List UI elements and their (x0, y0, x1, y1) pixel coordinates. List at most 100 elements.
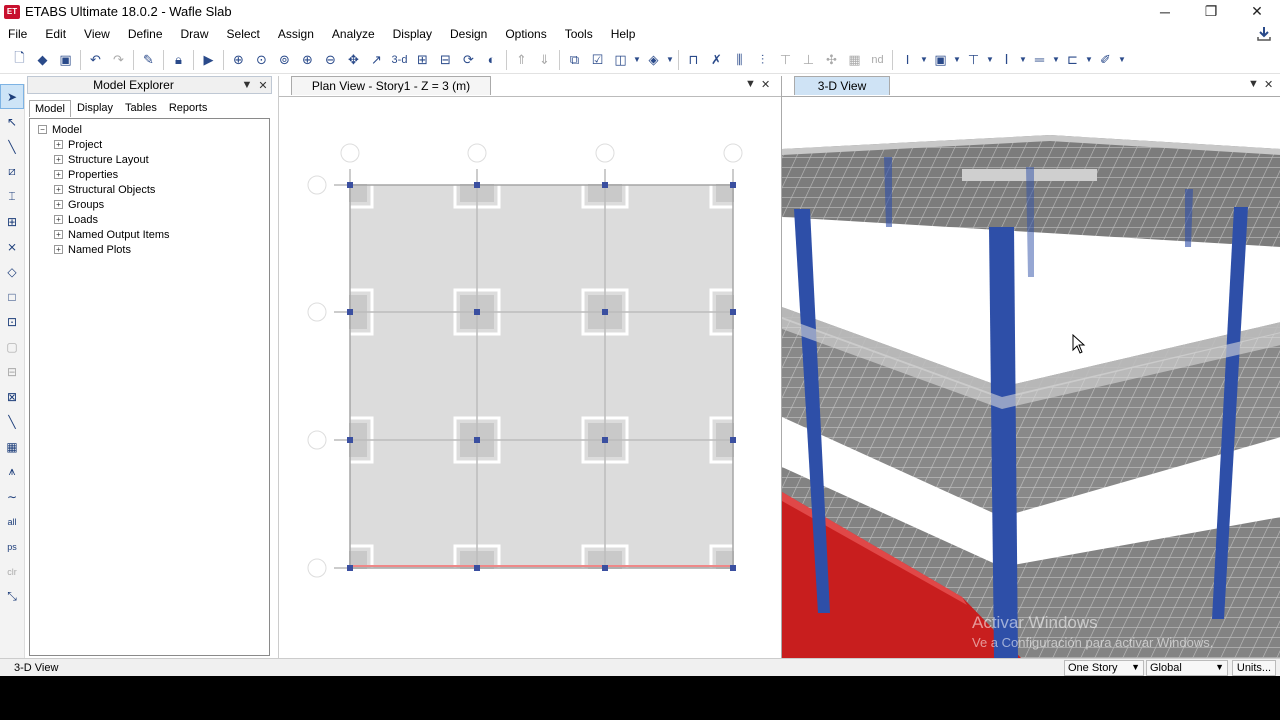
dropdown-arrow-icon[interactable]: ▼ (745, 78, 756, 90)
menu-display[interactable]: Display (384, 27, 441, 41)
draw-link-icon[interactable]: ╲ (0, 409, 24, 434)
tab-display[interactable]: Display (71, 99, 119, 117)
rotate-view-icon[interactable]: ⟳ (457, 49, 480, 71)
brace-icon[interactable]: ═ (1028, 49, 1051, 71)
expand-icon[interactable]: + (54, 230, 63, 239)
expand-icon[interactable]: + (54, 185, 63, 194)
menu-design[interactable]: Design (441, 27, 496, 41)
beam-section-icon[interactable]: ⊤ (962, 49, 985, 71)
menu-define[interactable]: Define (119, 27, 172, 41)
response-spectrum-icon[interactable]: ▦ (843, 49, 866, 71)
minimize-button[interactable]: ─ (1142, 0, 1188, 23)
object-shrink-icon[interactable]: ⧉ (563, 49, 586, 71)
set-display-icon[interactable]: ◫ (609, 49, 632, 71)
lock-icon[interactable]: 🔒︎ (167, 49, 190, 71)
tree-item-loads[interactable]: + Loads (38, 212, 269, 227)
draw-section-cut-icon[interactable]: ⊠ (0, 384, 24, 409)
menu-view[interactable]: View (75, 27, 119, 41)
check-icon[interactable]: ☑ (586, 49, 609, 71)
draw-frame-region-icon[interactable]: ⧄ (0, 159, 24, 184)
nd-button[interactable]: nd (866, 49, 889, 71)
zoom-full-icon[interactable]: ⊚ (273, 49, 296, 71)
expand-icon[interactable]: + (54, 140, 63, 149)
expand-icon[interactable]: + (54, 170, 63, 179)
tree-item-structural-objects[interactable]: + Structural Objects (38, 182, 269, 197)
stress-diagram-icon[interactable]: ⫶ (751, 49, 774, 71)
dropdown-arrow-icon[interactable]: ▼ (239, 79, 255, 91)
restore-button[interactable]: ❐ (1188, 0, 1234, 23)
intersect-line-icon[interactable]: ⤡ (0, 584, 24, 609)
tree-item-project[interactable]: + Project (38, 137, 269, 152)
save-icon[interactable]: ▣ (54, 49, 77, 71)
tab-model[interactable]: Model (29, 100, 71, 117)
draw-line-icon[interactable]: ╲ (0, 134, 24, 159)
draw-column-icon[interactable]: ⌶ (0, 184, 24, 209)
virtual-work-icon[interactable]: ✣ (820, 49, 843, 71)
chevron-down-icon[interactable]: ▼ (1018, 49, 1028, 71)
perspective-icon[interactable]: ◐ (480, 49, 503, 71)
chevron-down-icon[interactable]: ▼ (1051, 49, 1061, 71)
chevron-down-icon[interactable]: ▼ (919, 49, 929, 71)
previous-selection-icon[interactable]: ps (0, 534, 24, 559)
draw-dimension-icon[interactable]: ∼ (0, 484, 24, 509)
draw-grid-icon[interactable]: ▦ (0, 434, 24, 459)
deformed-shape-icon[interactable]: ✗ (705, 49, 728, 71)
chevron-down-icon[interactable]: ▼ (1084, 49, 1094, 71)
plan-view-icon[interactable]: ⊞ (411, 49, 434, 71)
elevation-view-icon[interactable]: ⊟ (434, 49, 457, 71)
chevron-down-icon[interactable]: ▼ (632, 49, 642, 71)
units-button[interactable]: Units... (1232, 660, 1276, 676)
close-icon[interactable]: ✕ (255, 79, 271, 92)
close-icon[interactable]: ✕ (761, 78, 770, 91)
zoom-in-icon[interactable]: ⊕ (296, 49, 319, 71)
chevron-down-icon[interactable]: ▼ (952, 49, 962, 71)
tree-item-named-output-items[interactable]: + Named Output Items (38, 227, 269, 242)
draw-tool-icon[interactable]: ✐ (1094, 49, 1117, 71)
menu-options[interactable]: Options (496, 27, 555, 41)
reshape-icon[interactable]: ↖ (0, 109, 24, 134)
menu-draw[interactable]: Draw (172, 27, 218, 41)
wall-icon[interactable]: ⊏ (1061, 49, 1084, 71)
draw-brace-icon[interactable]: ⨯ (0, 234, 24, 259)
column-section-icon[interactable]: Ⅰ (995, 49, 1018, 71)
joint-reaction-icon[interactable]: ⊥ (797, 49, 820, 71)
force-diagram-icon[interactable]: ⫼ (728, 49, 751, 71)
3d-view-canvas[interactable]: Activar Windows Ve a Configuración para … (782, 96, 1280, 658)
tab-tables[interactable]: Tables (119, 99, 163, 117)
view-3d-button[interactable]: 3-d (388, 49, 411, 71)
frame-icon[interactable]: ⊓ (682, 49, 705, 71)
menu-assign[interactable]: Assign (269, 27, 323, 41)
draw-floor-icon[interactable]: ◇ (0, 259, 24, 284)
zoom-window-icon[interactable]: ⊕ (227, 49, 250, 71)
move-up-icon[interactable]: ⇑ (510, 49, 533, 71)
expand-icon[interactable]: + (54, 155, 63, 164)
zoom-restore-icon[interactable]: ⊙ (250, 49, 273, 71)
pan-icon[interactable]: ✥ (342, 49, 365, 71)
menu-analyze[interactable]: Analyze (323, 27, 384, 41)
close-button[interactable]: ✕ (1234, 0, 1280, 23)
draw-rectangle-icon[interactable]: □ (0, 284, 24, 309)
dropdown-arrow-icon[interactable]: ▼ (1248, 78, 1259, 90)
menu-select[interactable]: Select (218, 27, 269, 41)
tree-item-named-plots[interactable]: + Named Plots (38, 242, 269, 257)
area-section-icon[interactable]: ▣ (929, 49, 952, 71)
undo-icon[interactable]: ↶ (84, 49, 107, 71)
expand-icon[interactable]: + (54, 215, 63, 224)
menu-tools[interactable]: Tools (556, 27, 602, 41)
section-i-icon[interactable]: I (896, 49, 919, 71)
plan-view-canvas[interactable] (279, 96, 781, 659)
menu-edit[interactable]: Edit (36, 27, 75, 41)
plan-view-tab[interactable]: Plan View - Story1 - Z = 3 (m) (291, 76, 491, 95)
open-model-icon[interactable]: ◆ (31, 49, 54, 71)
tree-item-groups[interactable]: + Groups (38, 197, 269, 212)
menu-help[interactable]: Help (602, 27, 645, 41)
display-options-icon[interactable]: ◈ (642, 49, 665, 71)
expand-icon[interactable]: + (54, 245, 63, 254)
select-pointer-icon[interactable]: ➤ (0, 84, 24, 109)
tree-item-model[interactable]: − Model (38, 122, 269, 137)
draw-opening-icon[interactable]: ⊟ (0, 359, 24, 384)
expand-icon[interactable]: + (54, 200, 63, 209)
download-icon[interactable] (1256, 26, 1272, 42)
story-select[interactable]: One Story ▼ (1064, 660, 1144, 676)
tree-item-properties[interactable]: + Properties (38, 167, 269, 182)
